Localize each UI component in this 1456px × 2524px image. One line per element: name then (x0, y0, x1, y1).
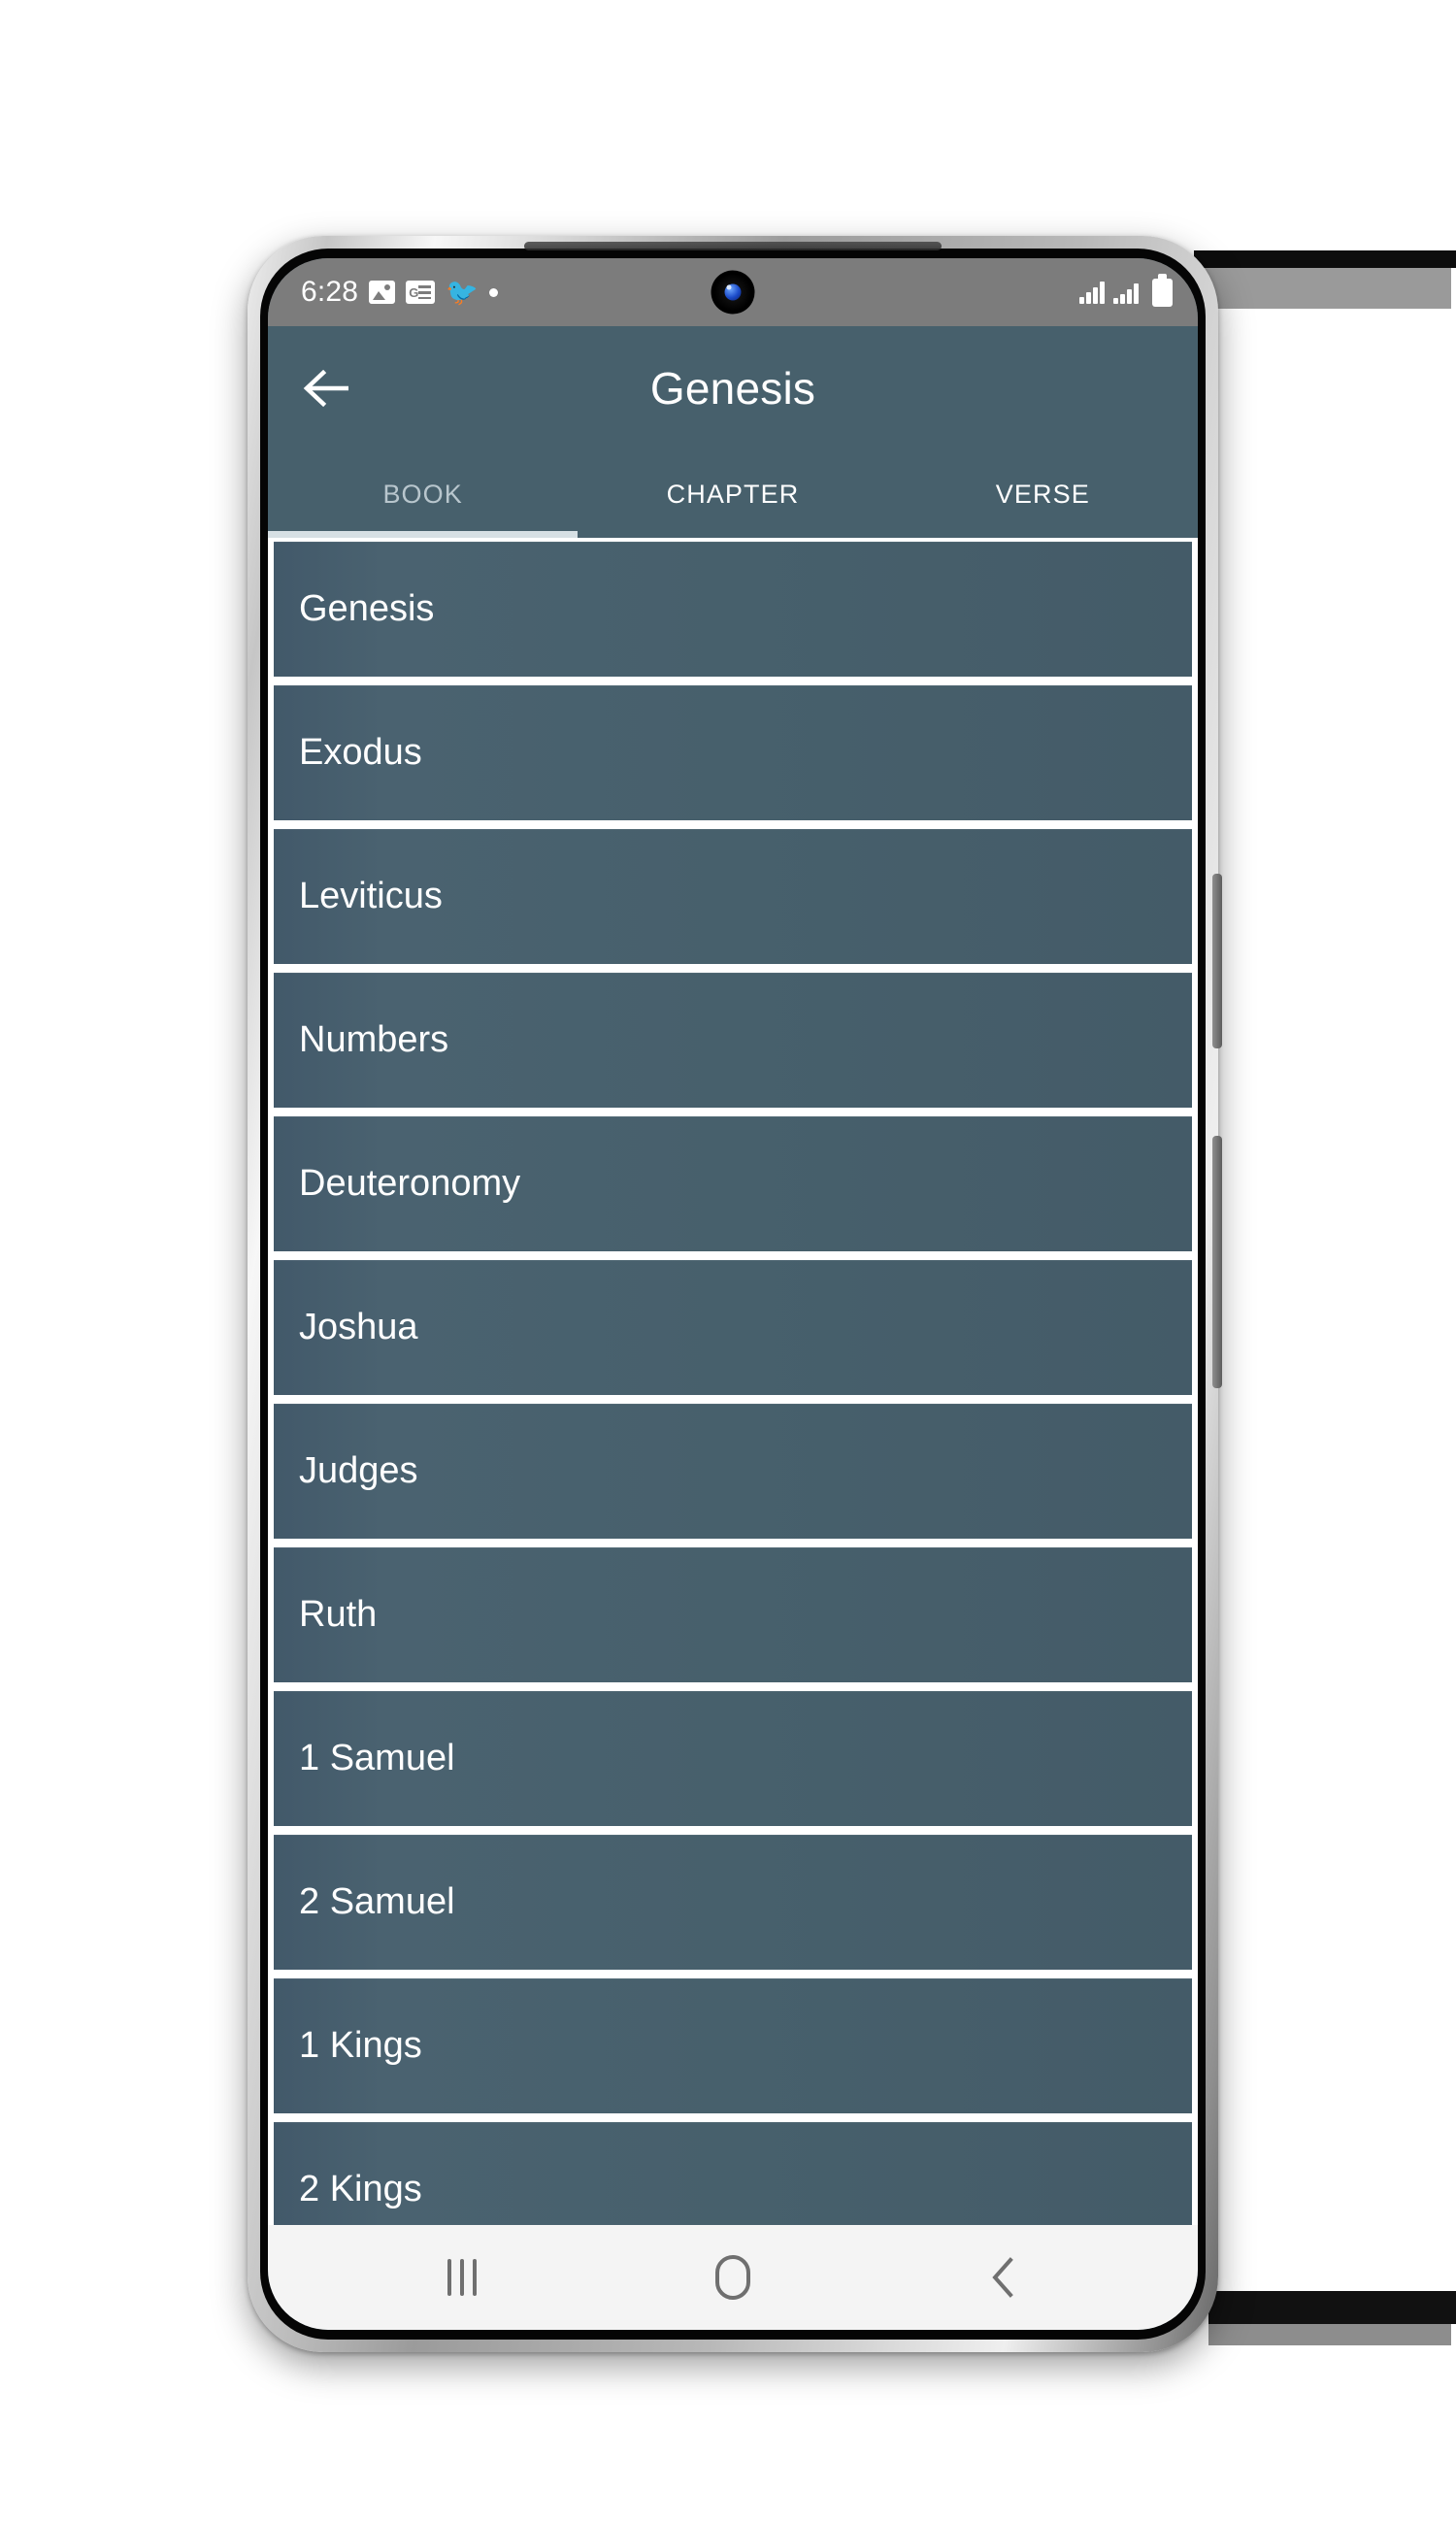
system-navigation-bar (268, 2225, 1198, 2330)
home-icon (714, 2255, 750, 2300)
tab-book[interactable]: BOOK (268, 450, 578, 538)
recents-icon (447, 2259, 477, 2296)
tab-chapter[interactable]: CHAPTER (578, 450, 887, 538)
tab-selection-indicator (268, 531, 579, 538)
list-item[interactable]: 2 Samuel (274, 1835, 1192, 1970)
status-bar-right-group (1079, 273, 1173, 307)
list-item[interactable]: 1 Kings (274, 1978, 1192, 2113)
list-item[interactable]: Joshua (274, 1260, 1192, 1395)
tab-verse[interactable]: VERSE (888, 450, 1198, 538)
screenshot-canvas: 6:28 G 🐦 Genesis BOOK CHAPTER VERSE Gene… (0, 0, 1456, 2524)
back-arrow-glyph (303, 369, 348, 408)
book-list[interactable]: Genesis Exodus Leviticus Numbers Deutero… (268, 538, 1198, 2225)
list-item-label: 1 Samuel (299, 1738, 455, 1778)
status-bar: 6:28 G 🐦 (268, 258, 1198, 326)
back-arrow-icon[interactable] (297, 358, 357, 418)
list-item-label: Genesis (299, 588, 435, 629)
list-item[interactable]: Exodus (274, 685, 1192, 820)
list-item[interactable]: Numbers (274, 973, 1192, 1108)
list-item[interactable]: Leviticus (274, 829, 1192, 964)
phone-screen: 6:28 G 🐦 Genesis BOOK CHAPTER VERSE Gene… (268, 258, 1198, 2330)
page-title: Genesis (649, 363, 816, 414)
list-item-label: Deuteronomy (299, 1163, 521, 1204)
earpiece-speaker-grille (524, 242, 942, 250)
list-item[interactable]: 2 Kings (274, 2122, 1192, 2225)
twitter-icon: 🐦 (446, 277, 479, 307)
signal-sim2-icon (1113, 282, 1139, 304)
list-item-label: 2 Kings (299, 2169, 422, 2209)
list-item[interactable]: Ruth (274, 1547, 1192, 1682)
camera-lens (724, 283, 742, 301)
device-side-highlight-bottom (1208, 2324, 1451, 2345)
tab-bar: BOOK CHAPTER VERSE (268, 450, 1198, 538)
list-item[interactable]: Genesis (274, 542, 1192, 677)
front-camera-punch-hole (711, 270, 755, 315)
list-item-label: Numbers (299, 1019, 449, 1060)
volume-button[interactable] (1212, 874, 1222, 1048)
list-item[interactable]: Judges (274, 1404, 1192, 1539)
status-bar-left-group: 6:28 G 🐦 (301, 278, 498, 307)
device-side-shadow-bottom (1208, 2291, 1456, 2324)
status-bar-clock: 6:28 (301, 276, 359, 308)
list-item[interactable]: 1 Samuel (274, 1691, 1192, 1826)
home-button[interactable] (675, 2239, 791, 2316)
list-item-label: 1 Kings (299, 2025, 422, 2066)
google-news-g-letter: G (409, 284, 419, 300)
list-item-label: Judges (299, 1450, 418, 1491)
google-news-lines (418, 285, 432, 299)
signal-sim1-icon (1079, 281, 1105, 304)
list-item-label: 2 Samuel (299, 1881, 455, 1922)
power-button[interactable] (1212, 1136, 1222, 1388)
list-item-label: Leviticus (299, 876, 443, 916)
google-news-icon: G (406, 281, 436, 304)
list-item-label: Joshua (299, 1307, 418, 1347)
back-button[interactable] (945, 2239, 1062, 2316)
back-chevron-icon (992, 2257, 1014, 2298)
app-bar: Genesis (268, 326, 1198, 450)
notification-dot-icon (488, 287, 498, 297)
list-item-label: Ruth (299, 1594, 378, 1635)
recents-button[interactable] (404, 2239, 520, 2316)
list-item-label: Exodus (299, 732, 422, 773)
battery-icon (1152, 273, 1173, 307)
photos-icon (369, 281, 396, 304)
device-side-shadow-top (1194, 250, 1456, 268)
list-item[interactable]: Deuteronomy (274, 1116, 1192, 1251)
device-side-highlight-top (1194, 268, 1451, 309)
